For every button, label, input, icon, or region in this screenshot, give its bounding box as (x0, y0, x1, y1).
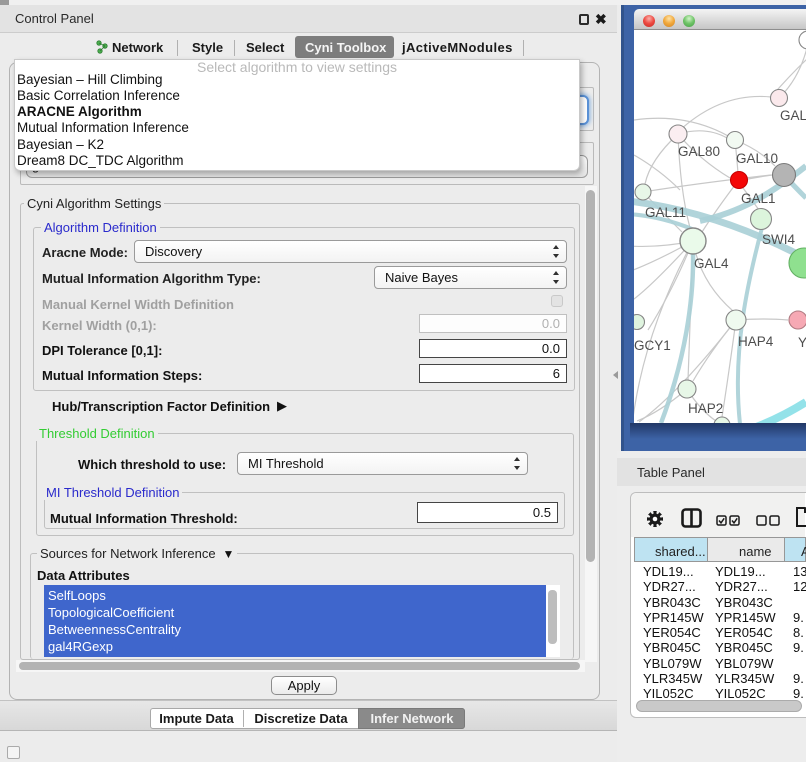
svg-text:HAP4: HAP4 (738, 334, 774, 349)
svg-text:GAL11: GAL11 (645, 205, 686, 220)
svg-text:GAL10: GAL10 (736, 151, 778, 166)
svg-text:HAP2: HAP2 (688, 401, 723, 416)
svg-text:Y: Y (798, 335, 806, 350)
svg-text:GCY1: GCY1 (634, 338, 671, 353)
svg-text:SWI4: SWI4 (762, 232, 795, 247)
svg-text:GAL4: GAL4 (694, 256, 729, 271)
svg-text:GAL: GAL (780, 108, 806, 123)
svg-text:GAL1: GAL1 (741, 191, 776, 206)
svg-text:GAL80: GAL80 (678, 144, 720, 159)
